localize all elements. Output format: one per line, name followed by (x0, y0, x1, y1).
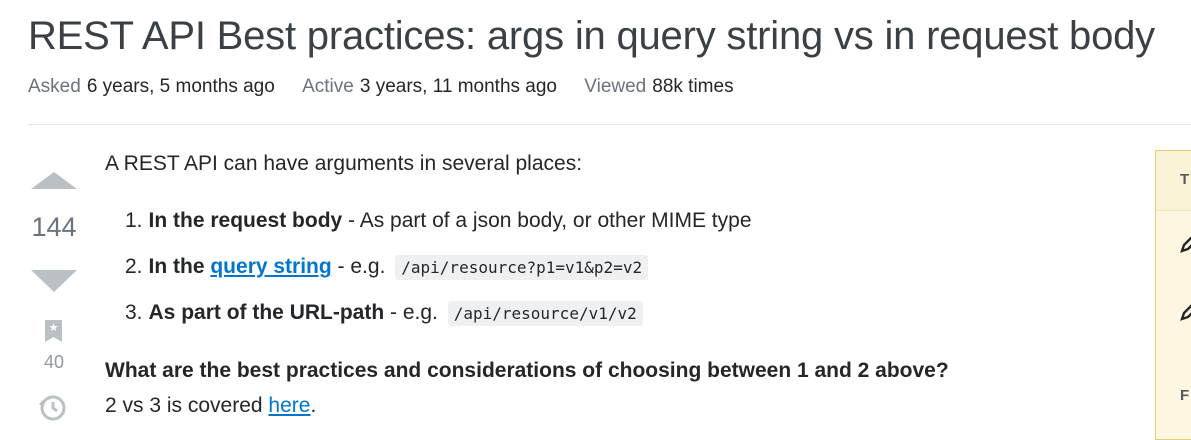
header-divider (28, 124, 1191, 125)
viewed-value: 88k times (652, 76, 734, 97)
item-bold: In the request body (148, 209, 343, 232)
item-text: - As part of a json body, or other MIME … (342, 209, 752, 232)
here-link[interactable]: here (268, 394, 310, 417)
item-bold: As part of the URL-path (148, 301, 385, 324)
history-icon[interactable] (38, 392, 68, 422)
sidebar-widget-footer: F (1180, 387, 1190, 404)
active-info: Active 3 years, 11 months ago (302, 76, 562, 97)
post-footnote: 2 vs 3 is covered here. (105, 392, 316, 420)
list-item: 3. As part of the URL-path - e.g. /api/re… (125, 299, 643, 328)
active-value[interactable]: 3 years, 11 months ago (360, 76, 557, 97)
pencil-icon[interactable] (1180, 301, 1191, 321)
item-number: 2. (125, 255, 143, 278)
item-number: 3. (125, 301, 143, 324)
item-text: - e.g. (384, 301, 438, 324)
viewed-label: Viewed (584, 76, 647, 97)
list-item: 1. In the request body - As part of a jso… (125, 207, 752, 235)
footnote-suffix: . (310, 394, 317, 417)
inline-code: /api/resource/v1/v2 (447, 301, 643, 326)
inline-code: /api/resource?p1=v1&p2=v2 (395, 255, 649, 280)
pencil-icon[interactable] (1180, 233, 1191, 253)
item-bold: In the (148, 255, 205, 278)
bookmark-icon[interactable]: ★ (45, 320, 62, 342)
sidebar-widget-header: T (1156, 151, 1191, 211)
sidebar-widget: T F (1155, 150, 1191, 440)
asked-label: Asked (28, 76, 81, 97)
upvote-arrow-icon[interactable] (31, 172, 77, 189)
asked-info: Asked 6 years, 5 months ago (28, 76, 280, 97)
item-number: 1. (125, 209, 143, 232)
post-intro: A REST API can have arguments in several… (105, 152, 583, 175)
query-string-link[interactable]: query string (210, 255, 331, 278)
footnote-prefix: 2 vs 3 is covered (105, 394, 269, 417)
vote-count: 144 (31, 212, 77, 242)
item-text: - e.g. (331, 255, 386, 278)
list-item: 2. In the query string - e.g. /api/resour… (125, 253, 649, 282)
bookmark-count: 40 (43, 352, 65, 372)
question-meta: Asked 6 years, 5 months ago Active 3 years… (28, 76, 756, 98)
question-title[interactable]: REST API Best practices: args in query s… (28, 12, 1155, 60)
question-statement: What are the best practices and consider… (105, 359, 949, 382)
asked-value[interactable]: 6 years, 5 months ago (87, 76, 275, 97)
downvote-arrow-icon[interactable] (31, 270, 77, 292)
viewed-info: Viewed 88k times (584, 76, 733, 97)
active-label: Active (302, 76, 354, 97)
star-icon: ★ (48, 322, 59, 334)
